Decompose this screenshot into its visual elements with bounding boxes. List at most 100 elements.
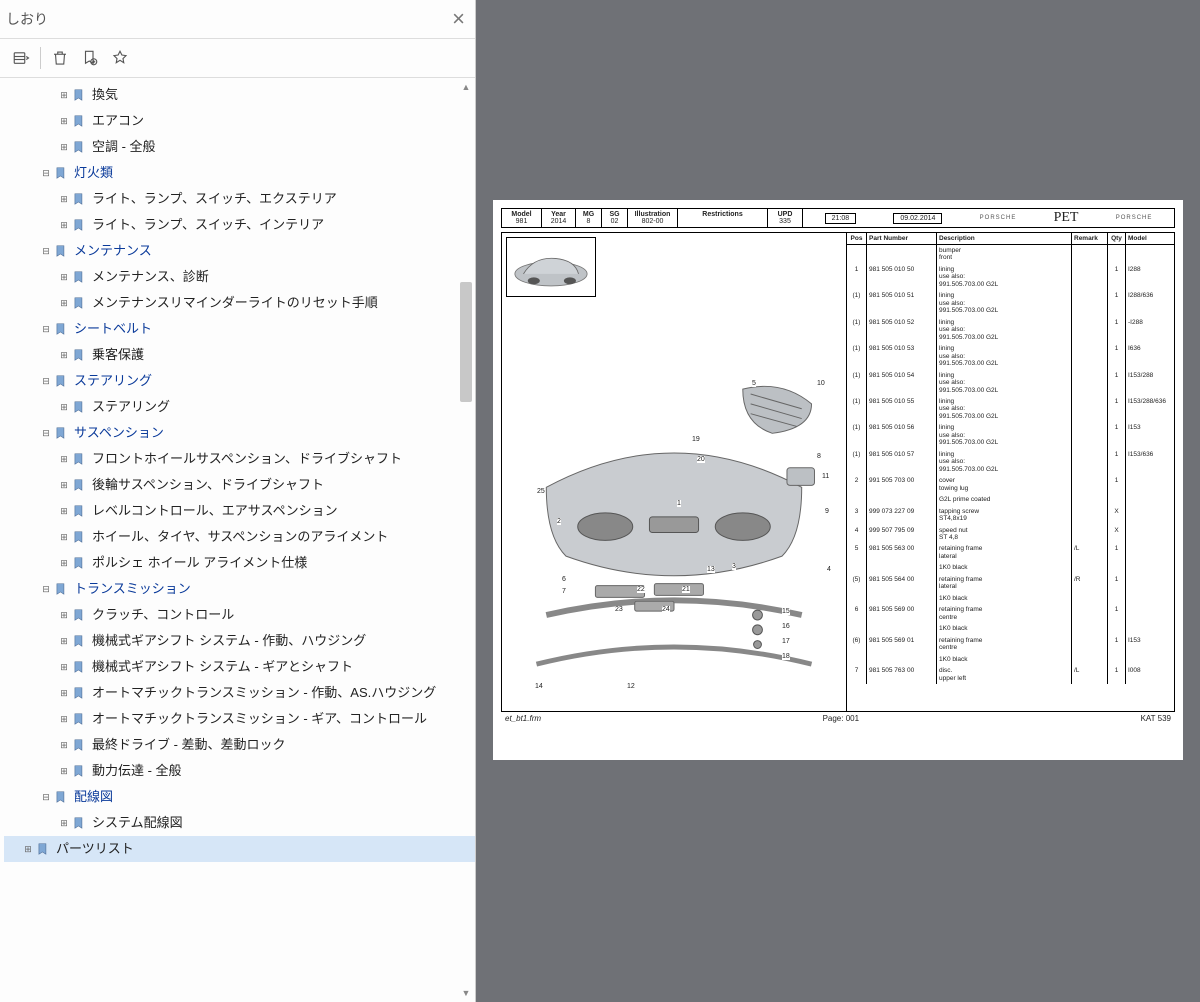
options-button[interactable] <box>8 45 34 71</box>
cell-qty <box>1108 245 1126 264</box>
table-row: G2L prime coated <box>847 494 1174 505</box>
add-bookmark-button[interactable] <box>77 45 103 71</box>
node-ventilation[interactable]: ⊞換気 <box>4 82 475 108</box>
star-button[interactable] <box>107 45 133 71</box>
document-viewport[interactable]: Model981 Year2014 MG8 SG02 Illustration8… <box>476 0 1200 1002</box>
expand-icon[interactable]: ⊞ <box>58 500 70 522</box>
node-gearshift-housing[interactable]: ⊞機械式ギアシフト システム - 作動、ハウジング <box>4 628 475 654</box>
cell-desc: retaining frame centre <box>937 635 1072 654</box>
expand-icon[interactable]: ⊞ <box>58 656 70 678</box>
node-sys-wiring[interactable]: ⊞ システム配線図 <box>4 810 475 836</box>
node-lights[interactable]: ⊟灯火類 <box>4 160 475 186</box>
cell-pos <box>847 654 867 665</box>
node-lights-int[interactable]: ⊞ライト、ランプ、スイッチ、インテリア <box>4 212 475 238</box>
expand-icon[interactable]: ⊞ <box>58 188 70 210</box>
cell-mdl: I008 <box>1126 665 1174 684</box>
cell-rem <box>1072 654 1108 665</box>
node-wiring[interactable]: ⊟配線図 <box>4 784 475 810</box>
expand-icon[interactable]: ⊞ <box>58 110 70 132</box>
node-trans[interactable]: ⊟トランスミッション <box>4 576 475 602</box>
node-climate-general[interactable]: ⊞空調 - 全般 <box>4 134 475 160</box>
cell-pos: 4 <box>847 525 867 544</box>
hdr-model-label: Model <box>505 211 538 218</box>
node-lights-ext[interactable]: ⊞ライト、ランプ、スイッチ、エクステリア <box>4 186 475 212</box>
node-porsche-align[interactable]: ⊞ポルシェ ホイール アライメント仕様 <box>4 550 475 576</box>
node-rear-susp[interactable]: ⊞ 後輪サスペンション、ドライブシャフト <box>4 472 475 498</box>
cell-desc: retaining frame lateral <box>937 543 1072 562</box>
scroll-down-icon[interactable]: ▼ <box>459 988 473 998</box>
expand-icon[interactable]: ⊞ <box>58 552 70 574</box>
node-gearshift-shaft[interactable]: ⊞機械式ギアシフト システム - ギアとシャフト <box>4 654 475 680</box>
bookmark-icon <box>72 686 88 700</box>
expand-icon[interactable]: ⊞ <box>58 396 70 418</box>
tree-label: システム配線図 <box>92 812 183 834</box>
expand-icon[interactable]: ⊞ <box>58 734 70 756</box>
expand-icon[interactable]: ⊞ <box>58 214 70 236</box>
cell-rem <box>1072 635 1108 654</box>
node-passenger-protection[interactable]: ⊞乗客保護 <box>4 342 475 368</box>
table-row: (1)981 505 010 51lining use also: 991.50… <box>847 290 1174 316</box>
expand-icon[interactable]: ⊞ <box>58 344 70 366</box>
node-maint-diag[interactable]: ⊞メンテナンス、診断 <box>4 264 475 290</box>
node-maint[interactable]: ⊟メンテナンス <box>4 238 475 264</box>
expand-icon[interactable]: ⊞ <box>58 448 70 470</box>
bookmark-tree[interactable]: ⊞換気⊞エアコン⊞空調 - 全般⊟灯火類⊞ライト、ランプ、スイッチ、エクステリア… <box>0 78 475 1002</box>
node-seatbelt[interactable]: ⊟ シートベルト <box>4 316 475 342</box>
expand-icon[interactable]: ⊞ <box>58 682 70 704</box>
node-maint-reset[interactable]: ⊞メンテナンスリマインダーライトのリセット手順 <box>4 290 475 316</box>
delete-button[interactable] <box>47 45 73 71</box>
scroll-up-icon[interactable]: ▲ <box>459 82 473 92</box>
expand-icon[interactable]: ⊞ <box>58 708 70 730</box>
tree-label: 後輪サスペンション、ドライブシャフト <box>92 474 324 496</box>
node-steering[interactable]: ⊟ステアリング <box>4 368 475 394</box>
tree-label: 最終ドライブ - 差動、差動ロック <box>92 734 286 756</box>
cell-qty <box>1108 623 1126 634</box>
cell-pos: (1) <box>847 370 867 396</box>
callout-8: 8 <box>817 453 821 460</box>
scroll-thumb[interactable] <box>460 282 472 402</box>
expand-icon[interactable]: ⊟ <box>40 578 52 600</box>
node-aircon[interactable]: ⊞エアコン <box>4 108 475 134</box>
cell-mdl <box>1126 245 1174 264</box>
expand-icon[interactable]: ⊞ <box>58 84 70 106</box>
footer-page: Page: 001 <box>823 714 859 723</box>
expand-icon[interactable]: ⊞ <box>22 838 34 860</box>
node-auto-gear[interactable]: ⊞オートマチックトランスミッション - ギア、コントロール <box>4 706 475 732</box>
node-final-drive[interactable]: ⊞ 最終ドライブ - 差動、差動ロック <box>4 732 475 758</box>
expand-icon[interactable]: ⊞ <box>58 604 70 626</box>
node-front-susp[interactable]: ⊞フロントホイールサスペンション、ドライブシャフト <box>4 446 475 472</box>
expand-icon[interactable]: ⊞ <box>58 760 70 782</box>
cell-pos: (6) <box>847 635 867 654</box>
node-auto-housing[interactable]: ⊞オートマチックトランスミッション - 作動、AS.ハウジング <box>4 680 475 706</box>
expand-icon[interactable]: ⊟ <box>40 318 52 340</box>
close-icon[interactable]: × <box>452 6 465 32</box>
expand-icon[interactable]: ⊟ <box>40 422 52 444</box>
scrollbar[interactable]: ▲ ▼ <box>459 82 473 998</box>
expand-icon[interactable]: ⊞ <box>58 526 70 548</box>
expand-icon[interactable]: ⊞ <box>58 292 70 314</box>
cell-qty: X <box>1108 506 1126 525</box>
cell-mdl: I153/636 <box>1126 449 1174 475</box>
cell-mdl <box>1126 593 1174 604</box>
expand-icon[interactable]: ⊟ <box>40 786 52 808</box>
expand-icon[interactable]: ⊟ <box>40 240 52 262</box>
node-wheel-align[interactable]: ⊞ホイール、タイヤ、サスペンションのアライメント <box>4 524 475 550</box>
node-clutch[interactable]: ⊞クラッチ、コントロール <box>4 602 475 628</box>
cell-pn: 981 505 563 00 <box>867 543 937 562</box>
tree-label: シートベルト <box>74 318 152 340</box>
expand-icon[interactable]: ⊞ <box>58 474 70 496</box>
expand-icon[interactable]: ⊟ <box>40 370 52 392</box>
node-steering-sub[interactable]: ⊞ステアリング <box>4 394 475 420</box>
node-power[interactable]: ⊞動力伝達 - 全般 <box>4 758 475 784</box>
expand-icon[interactable]: ⊞ <box>58 630 70 652</box>
expand-icon[interactable]: ⊟ <box>40 162 52 184</box>
node-level-ctrl[interactable]: ⊞レベルコントロール、エアサスペンション <box>4 498 475 524</box>
th-pos: Pos <box>847 233 867 244</box>
expand-icon[interactable]: ⊞ <box>58 136 70 158</box>
cell-desc: lining use also: 991.505.703.00 G2L <box>937 264 1072 290</box>
expand-icon[interactable]: ⊞ <box>58 266 70 288</box>
expand-icon[interactable]: ⊞ <box>58 812 70 834</box>
node-parts-list[interactable]: ⊞パーツリスト <box>4 836 475 862</box>
node-suspension[interactable]: ⊟サスペンション <box>4 420 475 446</box>
bookmark-icon <box>72 114 88 128</box>
